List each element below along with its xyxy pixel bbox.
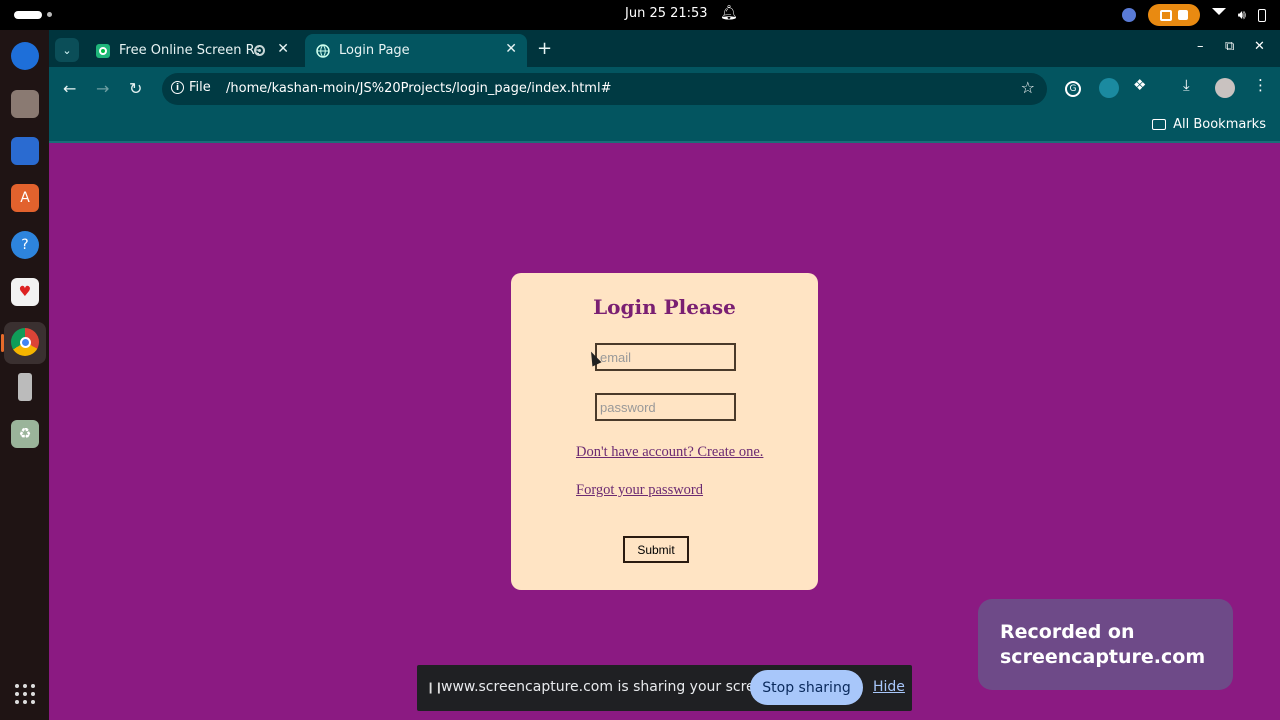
pause-icon: ❙❙	[426, 681, 443, 694]
forgot-password-link[interactable]: Forgot your password	[576, 482, 703, 499]
solitaire-icon[interactable]: ♥	[11, 278, 39, 306]
tab-login-page[interactable]: Login Page ✕	[305, 34, 527, 67]
help-icon[interactable]: ?	[11, 231, 39, 259]
wifi-icon	[1211, 8, 1226, 22]
browser-window: ⌄ Free Online Screen Re ✕ Login Page ✕ +…	[49, 30, 1280, 720]
scheme-label: File	[189, 80, 211, 95]
tab-strip: ⌄ Free Online Screen Re ✕ Login Page ✕ +…	[49, 30, 1280, 67]
screencapture-favicon-icon	[95, 43, 111, 59]
phone-icon[interactable]	[18, 373, 32, 401]
show-apps-grid-icon[interactable]	[15, 684, 35, 704]
maximize-icon[interactable]: ⧉	[1225, 39, 1234, 54]
profile-avatar[interactable]	[1215, 78, 1235, 98]
close-tab-icon[interactable]: ✕	[277, 41, 289, 57]
recording-dot-icon	[254, 45, 265, 56]
volume-icon: 🔊︎	[1237, 7, 1246, 23]
bookmarks-bar: All Bookmarks	[49, 111, 1280, 143]
app-center-icon[interactable]: A	[11, 184, 39, 212]
forward-arrow-icon[interactable]: →	[96, 79, 109, 98]
extensions-puzzle-icon[interactable]: ❖	[1133, 76, 1146, 94]
info-icon: i	[171, 81, 184, 94]
workspace-dot	[47, 12, 52, 17]
back-arrow-icon[interactable]: ←	[63, 79, 76, 98]
dock-running-indicator	[1, 334, 4, 352]
recording-watermark: Recorded on screencapture.com	[978, 599, 1233, 690]
linkedin-extension-icon[interactable]	[1099, 78, 1119, 98]
thunderbird-icon[interactable]	[11, 42, 39, 70]
download-icon[interactable]: ⤓	[1183, 76, 1190, 94]
sharing-message: www.screencapture.com is sharing your sc…	[441, 679, 777, 695]
screen-sharing-bar: ❙❙ www.screencapture.com is sharing your…	[417, 665, 912, 711]
browser-toolbar: ← → ↻ i File /home/kashan-moin/JS%20Proj…	[49, 67, 1280, 111]
watermark-line-1: Recorded on	[1000, 621, 1135, 643]
site-info-chip[interactable]: i File	[171, 80, 211, 95]
chrome-icon[interactable]	[11, 328, 39, 356]
tab-title: Free Online Screen Re	[119, 43, 259, 58]
address-bar[interactable]: i File /home/kashan-moin/JS%20Projects/l…	[162, 73, 1047, 105]
new-tab-plus-icon[interactable]: +	[537, 38, 552, 59]
email-field[interactable]	[595, 343, 736, 371]
login-heading: Login Please	[593, 295, 736, 319]
battery-icon	[1258, 8, 1266, 22]
close-window-icon[interactable]: ✕	[1254, 39, 1265, 54]
tab-search-chevron-icon[interactable]: ⌄	[55, 38, 79, 62]
system-top-bar: Jun 25 21:53 🔔︎ 🔊︎	[0, 0, 1280, 30]
system-clock[interactable]: Jun 25 21:53	[625, 6, 708, 21]
password-field[interactable]	[595, 393, 736, 421]
notification-bell-icon[interactable]: 🔔︎	[720, 5, 738, 21]
stop-sharing-button[interactable]: Stop sharing	[750, 670, 863, 705]
minimize-icon[interactable]: –	[1197, 39, 1204, 54]
folder-icon	[1152, 119, 1167, 130]
tab-title: Login Page	[339, 43, 410, 58]
bookmark-star-icon[interactable]: ☆	[1021, 78, 1035, 97]
login-card: Login Please Don't have account? Create …	[511, 273, 818, 590]
application-dock: A ? ♥ ♻	[0, 30, 49, 720]
globe-icon	[315, 43, 331, 59]
all-bookmarks-button[interactable]: All Bookmarks	[1152, 117, 1266, 132]
all-bookmarks-label: All Bookmarks	[1173, 117, 1266, 132]
grammarly-icon[interactable]: G	[1065, 81, 1081, 97]
hide-link[interactable]: Hide	[873, 679, 905, 695]
system-tray[interactable]: 🔊︎	[1121, 4, 1266, 26]
tab-screen-recorder[interactable]: Free Online Screen Re ✕	[85, 34, 299, 67]
writer-icon[interactable]	[11, 137, 39, 165]
screen-recording-indicator[interactable]	[1147, 4, 1200, 26]
url-text[interactable]: /home/kashan-moin/JS%20Projects/login_pa…	[226, 81, 611, 96]
page-viewport: Login Please Don't have account? Create …	[49, 143, 1280, 720]
reload-icon[interactable]: ↻	[129, 79, 142, 98]
files-icon[interactable]	[11, 90, 39, 118]
activities-indicator[interactable]	[14, 11, 42, 19]
menu-kebab-icon[interactable]: ⋮	[1253, 76, 1268, 94]
trash-icon[interactable]: ♻	[11, 420, 39, 448]
watermark-line-2: screencapture.com	[1000, 646, 1206, 668]
submit-button[interactable]: Submit	[623, 536, 689, 563]
create-account-link[interactable]: Don't have account? Create one.	[576, 444, 763, 461]
close-tab-icon[interactable]: ✕	[505, 41, 517, 57]
chrome-tray-icon[interactable]	[1121, 8, 1136, 22]
